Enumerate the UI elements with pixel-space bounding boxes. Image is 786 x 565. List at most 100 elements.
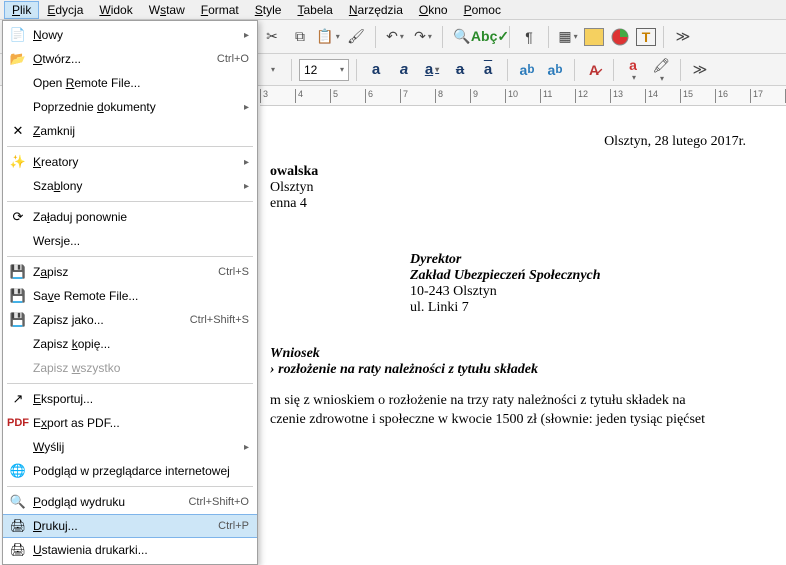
doc-subject-line2: › rozłożenie na raty należności z tytułu… bbox=[270, 362, 776, 378]
close-icon: ✕ bbox=[7, 121, 29, 141]
file-menu-dropdown: 📄 Nowy ▸ 📂 Otwórz... Ctrl+O Open Remote … bbox=[2, 20, 258, 565]
overline-icon[interactable]: a bbox=[476, 58, 500, 82]
menu-item-save-all: Zapisz wszystko bbox=[3, 356, 257, 380]
menu-item-preview-browser[interactable]: 🌐 Podgląd w przeglądarce internetowej bbox=[3, 459, 257, 483]
ruler-tick: 8 bbox=[435, 89, 443, 103]
horizontal-ruler[interactable]: 3 4 5 6 7 8 9 10 11 12 13 14 15 16 17 18 bbox=[260, 86, 786, 106]
ruler-tick: 11 bbox=[540, 89, 552, 103]
menu-plik[interactable]: Plik bbox=[4, 1, 39, 19]
globe-icon: 🌐 bbox=[7, 461, 29, 481]
toolbar-separator bbox=[356, 59, 357, 81]
document-page[interactable]: Olsztyn, 28 lutego 2017r. owalska Olszty… bbox=[260, 116, 786, 551]
strikethrough-icon[interactable]: a bbox=[448, 58, 472, 82]
save-remote-icon: 💾 bbox=[7, 286, 29, 306]
menu-item-export-pdf[interactable]: PDF Export as PDF... bbox=[3, 411, 257, 435]
doc-subject-line1: Wniosek bbox=[270, 346, 776, 362]
menu-style[interactable]: Style bbox=[247, 1, 290, 19]
submenu-arrow-icon: ▸ bbox=[244, 102, 249, 113]
menu-item-save-as[interactable]: 💾 Zapisz jako... Ctrl+Shift+S bbox=[3, 308, 257, 332]
menubar: Plik Edycja Widok Wstaw Format Style Tab… bbox=[0, 0, 786, 20]
printer-settings-icon: 🖨 bbox=[7, 540, 29, 560]
subscript-icon[interactable]: ab bbox=[543, 58, 567, 82]
ruler-tick: 16 bbox=[715, 89, 728, 103]
menu-item-recent-documents[interactable]: Poprzednie dokumenty ▸ bbox=[3, 95, 257, 119]
copy-icon[interactable]: ⧉ bbox=[288, 25, 312, 49]
toolbar-separator bbox=[663, 26, 664, 48]
more-icon[interactable]: ≫ bbox=[671, 25, 695, 49]
document-icon: 📄 bbox=[7, 25, 29, 45]
menu-item-wizards[interactable]: ✨ Kreatory ▸ bbox=[3, 150, 257, 174]
doc-date: Olsztyn, 28 lutego 2017r. bbox=[270, 134, 746, 150]
highlight-color-icon[interactable]: 🖍▾ bbox=[649, 58, 673, 82]
underline-icon[interactable]: a▾ bbox=[420, 58, 444, 82]
print-icon: 🖨 bbox=[7, 516, 29, 536]
ruler-tick: 5 bbox=[330, 89, 338, 103]
toolbar-separator bbox=[574, 59, 575, 81]
ruler-tick: 7 bbox=[400, 89, 408, 103]
menu-narzedzia[interactable]: Narzędzia bbox=[341, 1, 411, 19]
format-paintbrush-icon[interactable]: 🖌 bbox=[344, 25, 368, 49]
submenu-arrow-icon: ▸ bbox=[244, 157, 249, 168]
menu-pomoc[interactable]: Pomoc bbox=[456, 1, 509, 19]
menu-item-send[interactable]: Wyślij ▸ bbox=[3, 435, 257, 459]
spellcheck-icon[interactable]: Abç✓ bbox=[478, 25, 502, 49]
insert-table-icon[interactable]: ▦▾ bbox=[556, 25, 580, 49]
toolbar-separator bbox=[509, 26, 510, 48]
nonprinting-chars-icon[interactable]: ¶ bbox=[517, 25, 541, 49]
redo-icon[interactable]: ↷▾ bbox=[411, 25, 435, 49]
doc-body: m się z wnioskiem o rozłożenie na trzy r… bbox=[270, 392, 776, 430]
menu-edycja[interactable]: Edycja bbox=[39, 1, 91, 19]
menu-item-export[interactable]: ↗ Eksportuj... bbox=[3, 387, 257, 411]
submenu-arrow-icon: ▸ bbox=[244, 30, 249, 41]
menu-widok[interactable]: Widok bbox=[91, 1, 140, 19]
toolbar-separator bbox=[613, 59, 614, 81]
menu-item-reload[interactable]: ⟳ Załaduj ponownie bbox=[3, 205, 257, 229]
insert-textbox-icon[interactable]: T bbox=[636, 28, 656, 46]
doc-addressee-street: ul. Linki 7 bbox=[410, 300, 776, 316]
doc-addressee-title: Dyrektor bbox=[410, 252, 776, 268]
toolbar-separator bbox=[548, 26, 549, 48]
menu-wstaw[interactable]: Wstaw bbox=[141, 1, 193, 19]
paste-icon[interactable]: 📋▾ bbox=[316, 25, 340, 49]
menu-item-save[interactable]: 💾 Zapisz Ctrl+S bbox=[3, 260, 257, 284]
menu-item-printer-settings[interactable]: 🖨 Ustawienia drukarki... bbox=[3, 538, 257, 562]
wizard-icon: ✨ bbox=[7, 152, 29, 172]
menu-tabela[interactable]: Tabela bbox=[289, 1, 340, 19]
ruler-tick: 4 bbox=[295, 89, 303, 103]
menu-item-templates[interactable]: Szablony ▸ bbox=[3, 174, 257, 198]
menu-item-save-remote[interactable]: 💾 Save Remote File... bbox=[3, 284, 257, 308]
undo-icon[interactable]: ↶▾ bbox=[383, 25, 407, 49]
toolbar-separator bbox=[507, 59, 508, 81]
more-formatting-icon[interactable]: ≫ bbox=[688, 58, 712, 82]
menu-item-versions[interactable]: Wersje... bbox=[3, 229, 257, 253]
menu-item-open[interactable]: 📂 Otwórz... Ctrl+O bbox=[3, 47, 257, 71]
menu-item-close[interactable]: ✕ Zamknij bbox=[3, 119, 257, 143]
font-size-input[interactable]: 12▾ bbox=[299, 59, 349, 81]
menu-separator bbox=[7, 486, 253, 487]
insert-chart-icon[interactable] bbox=[608, 25, 632, 49]
menu-item-print[interactable]: 🖨 Drukuj... Ctrl+P bbox=[3, 514, 257, 538]
menu-separator bbox=[7, 146, 253, 147]
italic-icon[interactable]: a bbox=[392, 58, 416, 82]
ruler-tick: 6 bbox=[365, 89, 373, 103]
ruler-tick: 17 bbox=[750, 89, 763, 103]
menu-format[interactable]: Format bbox=[193, 1, 247, 19]
toolbar-separator bbox=[291, 59, 292, 81]
font-dropdown[interactable]: ▾ bbox=[260, 58, 284, 82]
menu-item-new[interactable]: 📄 Nowy ▸ bbox=[3, 23, 257, 47]
menu-okno[interactable]: Okno bbox=[411, 1, 456, 19]
insert-image-icon[interactable] bbox=[584, 28, 604, 46]
font-color-icon[interactable]: a▾ bbox=[621, 58, 645, 82]
save-icon: 💾 bbox=[7, 262, 29, 282]
save-as-icon: 💾 bbox=[7, 310, 29, 330]
menu-item-save-copy[interactable]: Zapisz kopię... bbox=[3, 332, 257, 356]
menu-separator bbox=[7, 256, 253, 257]
ruler-tick: 3 bbox=[260, 89, 268, 103]
superscript-icon[interactable]: ab bbox=[515, 58, 539, 82]
menu-item-open-remote[interactable]: Open Remote File... bbox=[3, 71, 257, 95]
cut-icon[interactable]: ✂ bbox=[260, 25, 284, 49]
toolbar-separator bbox=[680, 59, 681, 81]
menu-item-print-preview[interactable]: 🔍 Podgląd wydruku Ctrl+Shift+O bbox=[3, 490, 257, 514]
clear-formatting-icon[interactable]: A̷ bbox=[582, 58, 606, 82]
bold-icon[interactable]: a bbox=[364, 58, 388, 82]
